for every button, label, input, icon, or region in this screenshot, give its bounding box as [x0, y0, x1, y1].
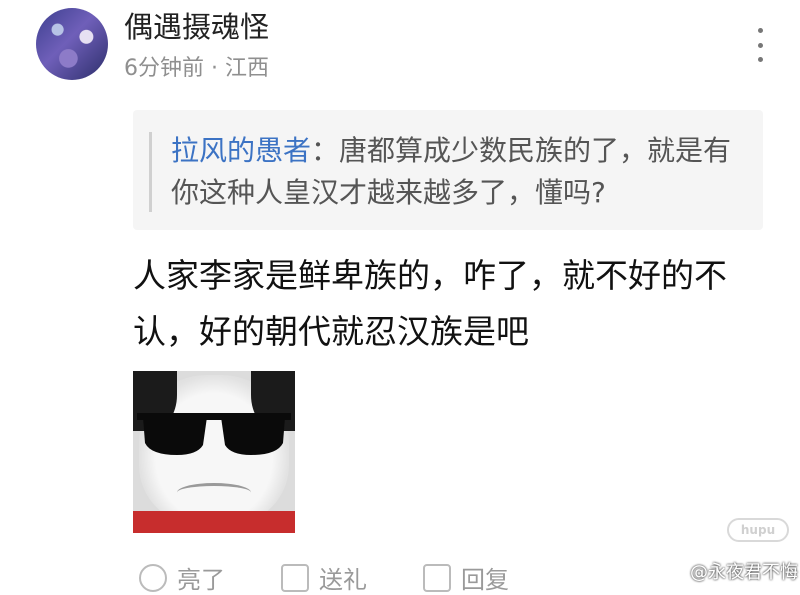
gift-button[interactable]: 送礼	[281, 560, 367, 595]
reply-label: 回复	[461, 566, 509, 594]
avatar[interactable]	[36, 8, 108, 80]
quoted-reply[interactable]: 拉风的愚者：唐都算成少数民族的了，就是有你这种人皇汉才越来越多了，懂吗?	[133, 110, 763, 230]
more-vertical-icon[interactable]	[750, 28, 770, 62]
sticker-collar	[133, 511, 295, 533]
like-button[interactable]: 亮了	[139, 560, 225, 595]
sticker-mouth	[177, 483, 251, 502]
post-meta: 6分钟前 · 江西	[124, 56, 269, 81]
quote-author[interactable]: 拉风的愚者	[171, 134, 311, 167]
quote-text: 拉风的愚者：唐都算成少数民族的了，就是有你这种人皇汉才越来越多了，懂吗?	[171, 130, 751, 214]
reply-button[interactable]: 回复	[423, 560, 509, 595]
comment-body: 人家李家是鲜卑族的，咋了，就不好的不认，好的朝代就忍汉族是吧	[133, 256, 727, 351]
quote-bar	[149, 132, 152, 212]
hupu-watermark-logo: hupu	[727, 518, 789, 542]
username[interactable]: 偶遇摄魂怪	[124, 4, 269, 46]
action-toolbar: 亮了 送礼 回复	[133, 560, 733, 594]
watermark-text: @永夜君不悔	[690, 562, 798, 583]
sunglasses-meme-sticker[interactable]	[133, 371, 295, 533]
gift-icon	[281, 563, 309, 592]
lightning-icon	[139, 563, 167, 592]
gift-label: 送礼	[319, 566, 367, 594]
sunglasses-icon	[137, 413, 291, 455]
quote-separator: ：	[311, 134, 340, 167]
like-label: 亮了	[177, 566, 225, 594]
edit-icon	[423, 563, 451, 592]
